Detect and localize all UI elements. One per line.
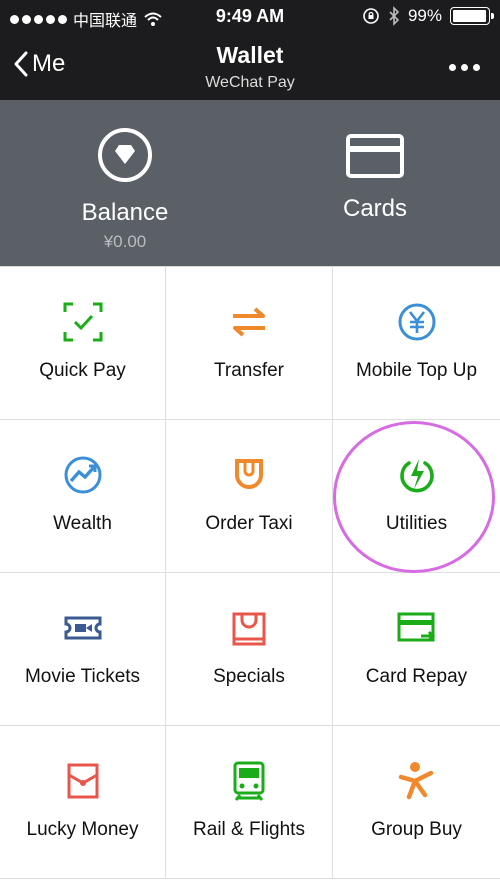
group-buy-tile[interactable]: Group Buy <box>333 726 500 879</box>
rail-flights-tile[interactable]: Rail & Flights <box>166 726 333 879</box>
transfer-icon <box>233 307 265 337</box>
wealth-tile[interactable]: Wealth <box>0 420 166 573</box>
yuan-coin-icon <box>398 303 435 341</box>
services-grid: Quick Pay Transfer Mobile Top Up Wealth … <box>0 266 500 888</box>
card-repay-icon <box>397 612 435 642</box>
status-bar: 中国联通 9:49 AM 99% <box>0 0 500 34</box>
tile-label: Mobile Top Up <box>355 360 478 381</box>
card-icon <box>346 134 404 178</box>
balance-button[interactable]: Balance ¥0.00 <box>0 100 250 266</box>
movie-tickets-tile[interactable]: Movie Tickets <box>0 573 166 726</box>
balance-value: ¥0.00 <box>103 232 147 251</box>
order-taxi-tile[interactable]: Order Taxi <box>166 420 333 573</box>
tile-label: Rail & Flights <box>193 819 305 840</box>
group-buy-icon <box>398 762 433 800</box>
cards-label: Cards <box>342 195 408 222</box>
quick-pay-tile[interactable]: Quick Pay <box>0 267 166 420</box>
orientation-lock-icon <box>363 8 379 24</box>
tile-label: Lucky Money <box>26 819 139 840</box>
navigation-bar: Me Wallet WeChat Pay <box>0 34 500 100</box>
tile-label: Quick Pay <box>39 360 126 381</box>
cards-button[interactable]: Cards <box>250 100 500 266</box>
tile-label: Movie Tickets <box>24 666 141 687</box>
specials-tile[interactable]: Specials <box>166 573 333 726</box>
tile-label: Specials <box>213 666 285 687</box>
bluetooth-icon <box>389 6 400 26</box>
more-options-button[interactable] <box>449 64 480 71</box>
utilities-icon <box>399 459 434 493</box>
red-envelope-icon <box>67 763 98 799</box>
shopping-bag-icon <box>232 612 266 646</box>
tile-label: Transfer <box>213 360 285 381</box>
utilities-tile[interactable]: Utilities <box>333 420 500 573</box>
tile-label: Wealth <box>53 513 112 534</box>
ticket-icon <box>64 616 101 640</box>
transfer-tile[interactable]: Transfer <box>166 267 333 420</box>
page-title: Wallet <box>216 42 284 68</box>
wealth-icon <box>64 456 101 494</box>
battery-icon <box>450 7 494 25</box>
taxi-icon <box>235 459 263 489</box>
mobile-top-up-tile[interactable]: Mobile Top Up <box>333 267 500 420</box>
tile-label: Order Taxi <box>205 513 293 534</box>
train-icon <box>233 761 265 801</box>
battery-percent: 99% <box>407 6 442 25</box>
quick-pay-icon <box>63 302 102 342</box>
lucky-money-tile[interactable]: Lucky Money <box>0 726 166 879</box>
status-right: 99% <box>362 6 494 26</box>
balance-label: Balance <box>81 199 169 226</box>
tile-label: Group Buy <box>371 819 462 840</box>
card-repay-tile[interactable]: Card Repay <box>333 573 500 726</box>
balance-diamond-icon <box>98 128 152 182</box>
tile-label: Utilities <box>385 513 448 534</box>
tile-label: Card Repay <box>365 666 468 687</box>
wallet-summary-panel: Balance ¥0.00 Cards <box>0 100 500 266</box>
page-subtitle: WeChat Pay <box>205 74 295 91</box>
